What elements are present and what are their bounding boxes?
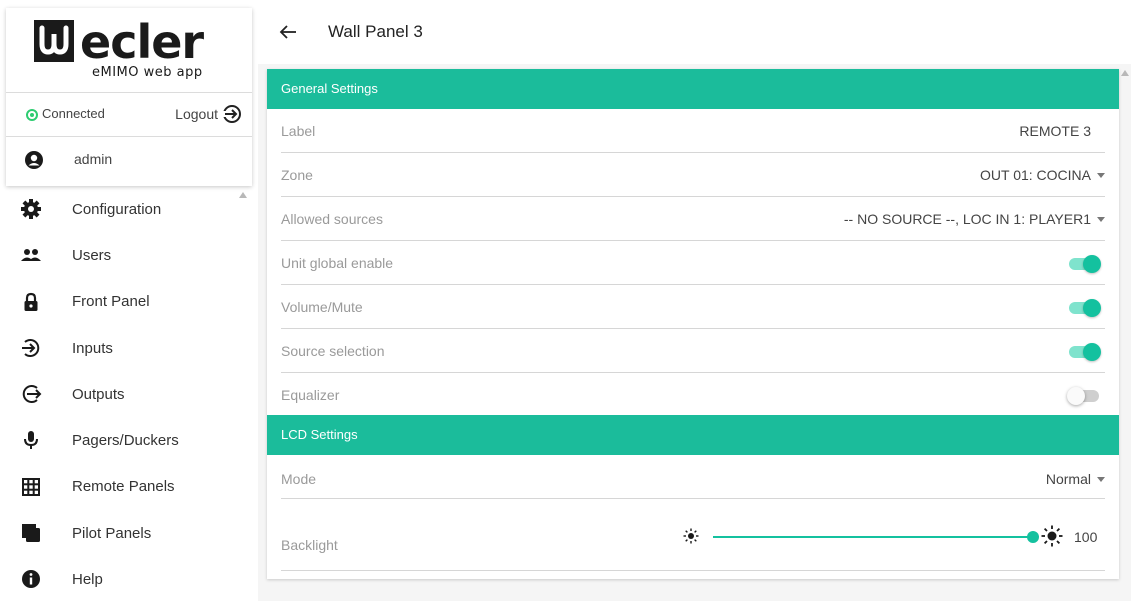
brightness-low-icon bbox=[683, 528, 699, 544]
general-settings-header: General Settings bbox=[267, 69, 1119, 109]
source-selection-label: Source selection bbox=[281, 343, 385, 359]
equalizer-toggle[interactable] bbox=[1067, 387, 1101, 405]
toggle-knob bbox=[1083, 255, 1101, 273]
sidebar-header: ecler eMIMO web app Connected Logout adm… bbox=[6, 8, 252, 186]
volume-mute-label: Volume/Mute bbox=[281, 299, 363, 315]
sidebar: ecler eMIMO web app Connected Logout adm… bbox=[0, 0, 258, 601]
sidebar-item-label: Pagers/Duckers bbox=[72, 432, 179, 450]
chevron-down-icon bbox=[1097, 172, 1105, 178]
toggle-knob bbox=[1083, 343, 1101, 361]
lock-icon bbox=[20, 291, 42, 313]
allowed-sources-label: Allowed sources bbox=[281, 211, 383, 227]
mode-label: Mode bbox=[281, 471, 317, 487]
allowed-sources-row: Allowed sources -- NO SOURCE --, LOC IN … bbox=[267, 197, 1119, 241]
connection-status: Connected bbox=[42, 106, 105, 121]
sidebar-item-label: Users bbox=[72, 246, 112, 264]
zone-value: OUT 01: COCINA bbox=[980, 167, 1091, 183]
section-title: LCD Settings bbox=[281, 427, 358, 442]
volume-mute-row: Volume/Mute bbox=[267, 285, 1119, 329]
microphone-icon bbox=[20, 429, 42, 451]
main-scroll-up-arrow[interactable] bbox=[1121, 70, 1129, 76]
user-row: admin bbox=[6, 136, 252, 182]
sidebar-nav: Configuration Users Front Panel Inputs O… bbox=[0, 186, 258, 601]
sidebar-item-outputs[interactable]: Outputs bbox=[0, 371, 258, 417]
grid-icon bbox=[20, 476, 42, 498]
output-icon bbox=[20, 383, 42, 405]
sidebar-item-front-panel[interactable]: Front Panel bbox=[0, 279, 258, 325]
source-selection-row: Source selection bbox=[267, 329, 1119, 373]
backlight-slider-group: 100 bbox=[677, 523, 1105, 553]
brightness-high-icon bbox=[1041, 525, 1063, 547]
zone-label: Zone bbox=[281, 167, 313, 183]
ecler-logo: ecler eMIMO web app bbox=[34, 16, 244, 80]
page-title: Wall Panel 3 bbox=[328, 22, 423, 41]
logout-icon bbox=[222, 105, 241, 123]
logo-subtitle: eMIMO web app bbox=[92, 65, 203, 80]
unit-global-enable-row: Unit global enable bbox=[267, 241, 1119, 285]
sidebar-item-remote-panels[interactable]: Remote Panels bbox=[0, 464, 258, 510]
backlight-row: Backlight 100 bbox=[267, 499, 1119, 571]
equalizer-label: Equalizer bbox=[281, 387, 340, 403]
main-content: General Settings Label REMOTE 3 Zone OUT… bbox=[258, 64, 1131, 601]
row-divider bbox=[281, 570, 1105, 571]
connected-status-icon bbox=[26, 109, 38, 121]
unit-global-enable-toggle[interactable] bbox=[1067, 255, 1101, 273]
backlight-value: 100 bbox=[1074, 529, 1098, 545]
gear-icon bbox=[20, 198, 42, 220]
lcd-settings-header: LCD Settings bbox=[267, 415, 1119, 455]
zone-select[interactable]: OUT 01: COCINA bbox=[980, 167, 1105, 183]
mode-select[interactable]: Normal bbox=[1046, 471, 1105, 487]
volume-mute-toggle[interactable] bbox=[1067, 299, 1101, 317]
sidebar-item-pagers-duckers[interactable]: Pagers/Duckers bbox=[0, 417, 258, 463]
label-field-value[interactable]: REMOTE 3 bbox=[1019, 123, 1091, 139]
mode-value: Normal bbox=[1045, 471, 1091, 487]
sidebar-item-label: Outputs bbox=[72, 385, 125, 403]
label-row: Label REMOTE 3 bbox=[267, 109, 1119, 153]
sidebar-item-configuration[interactable]: Configuration bbox=[0, 186, 258, 232]
chevron-down-icon bbox=[1097, 216, 1105, 222]
input-icon bbox=[20, 337, 42, 359]
sidebar-item-users[interactable]: Users bbox=[0, 232, 258, 278]
chevron-down-icon bbox=[1097, 476, 1105, 482]
back-arrow-icon bbox=[279, 25, 296, 39]
sidebar-item-inputs[interactable]: Inputs bbox=[0, 325, 258, 371]
back-button[interactable] bbox=[276, 20, 300, 44]
divider bbox=[6, 92, 252, 93]
sidebar-item-label: Front Panel bbox=[72, 293, 150, 311]
unit-global-enable-label: Unit global enable bbox=[281, 255, 394, 271]
label-field-label: Label bbox=[281, 123, 316, 139]
info-icon bbox=[20, 568, 42, 590]
allowed-sources-select[interactable]: -- NO SOURCE --, LOC IN 1: PLAYER1 bbox=[844, 211, 1105, 227]
sidebar-item-label: Help bbox=[72, 571, 103, 589]
source-selection-toggle[interactable] bbox=[1067, 343, 1101, 361]
mode-row: Mode Normal bbox=[267, 455, 1119, 499]
backlight-slider-track[interactable] bbox=[713, 531, 1039, 543]
sidebar-item-label: Remote Panels bbox=[72, 478, 175, 496]
toggle-knob bbox=[1067, 387, 1085, 405]
equalizer-row: Equalizer bbox=[267, 373, 1119, 417]
logout-label: Logout bbox=[175, 106, 218, 122]
backlight-slider-fill bbox=[713, 536, 1033, 538]
username: admin bbox=[74, 151, 113, 167]
backlight-slider-thumb[interactable] bbox=[1027, 531, 1039, 543]
toggle-knob bbox=[1083, 299, 1101, 317]
allowed-sources-value: -- NO SOURCE --, LOC IN 1: PLAYER1 bbox=[843, 211, 1091, 227]
sidebar-item-label: Configuration bbox=[72, 200, 162, 218]
users-icon bbox=[20, 244, 42, 266]
sidebar-item-pilot-panels[interactable]: Pilot Panels bbox=[0, 510, 258, 556]
pilot-panel-icon bbox=[20, 522, 42, 544]
sidebar-item-label: Inputs bbox=[72, 339, 113, 357]
sidebar-item-label: Pilot Panels bbox=[72, 524, 152, 542]
connection-status-row: Connected Logout bbox=[6, 94, 252, 134]
top-bar: Wall Panel 3 bbox=[258, 0, 1131, 64]
svg-text:ecler: ecler bbox=[80, 16, 204, 69]
settings-card: General Settings Label REMOTE 3 Zone OUT… bbox=[267, 69, 1119, 579]
backlight-label: Backlight bbox=[281, 537, 338, 553]
zone-row: Zone OUT 01: COCINA bbox=[267, 153, 1119, 197]
section-title: General Settings bbox=[281, 81, 378, 96]
sidebar-item-help[interactable]: Help bbox=[0, 556, 258, 601]
logout-button[interactable]: Logout bbox=[175, 102, 242, 126]
user-icon bbox=[25, 151, 43, 169]
